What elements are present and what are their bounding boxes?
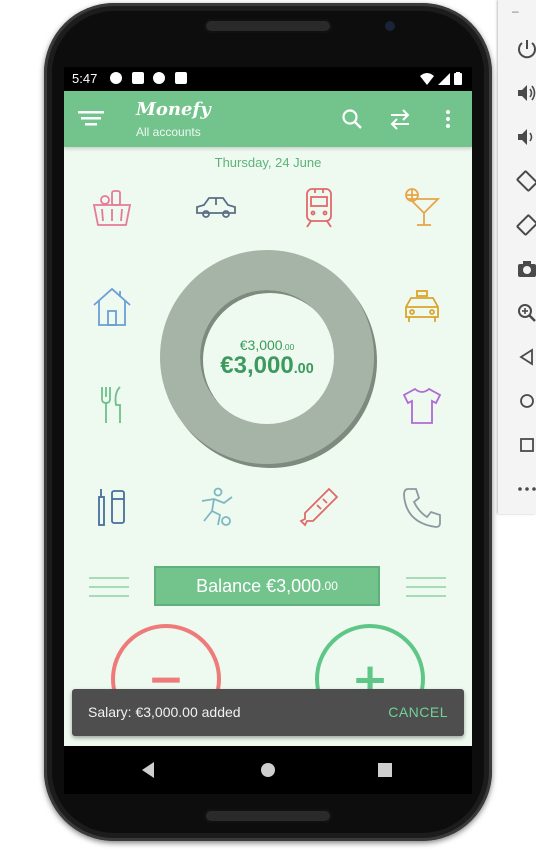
current-date[interactable]: Thursday, 24 June (64, 155, 472, 170)
tshirt-icon[interactable] (400, 383, 444, 427)
train-icon[interactable] (297, 185, 341, 229)
back-triangle-icon[interactable] (516, 346, 536, 368)
taxi-icon[interactable] (400, 285, 444, 329)
filter-menu-icon[interactable] (78, 107, 104, 129)
donut-center: €3,000.00 €3,000.00 (200, 290, 334, 424)
status-time: 5:47 (72, 71, 98, 86)
front-camera (385, 21, 395, 31)
cancel-button[interactable]: CANCEL (388, 704, 448, 720)
app-title: Monefy (136, 99, 211, 120)
income-total: €3,000.00 (239, 337, 295, 353)
football-player-icon[interactable] (194, 485, 238, 529)
clipboard-icon (153, 72, 165, 84)
fork-knife-icon[interactable] (90, 383, 134, 427)
snackbar-message: Salary: €3,000.00 added (88, 704, 241, 720)
balance-button[interactable]: Balance €3,000.00 (154, 566, 380, 606)
thermometer-icon[interactable] (297, 485, 341, 529)
cocktail-icon[interactable] (400, 185, 444, 229)
phone-icon[interactable] (400, 485, 444, 529)
bottom-speaker (204, 809, 332, 823)
car-icon[interactable] (194, 185, 238, 229)
signal-icon (438, 72, 450, 85)
more-options-icon[interactable] (434, 105, 462, 133)
camera-icon[interactable] (516, 258, 536, 280)
shopping-basket-icon[interactable] (90, 185, 134, 229)
system-nav-bar (64, 746, 472, 794)
home-circle-icon[interactable] (516, 390, 536, 412)
back-icon[interactable] (136, 758, 160, 782)
battery-icon (454, 72, 462, 85)
app-screen: 5:47 Monefy All accounts Thursday, 24 Ju… (64, 67, 472, 794)
home-icon[interactable] (256, 758, 280, 782)
overview-square-icon[interactable] (516, 434, 536, 456)
top-speaker (204, 19, 332, 33)
status-bar: 5:47 (64, 67, 472, 91)
sd-card-icon (175, 72, 187, 84)
wifi-icon (420, 72, 434, 85)
emulator-toolbar: – (498, 0, 536, 514)
expense-list-lines-icon[interactable] (89, 576, 129, 598)
account-selector[interactable]: All accounts (136, 125, 201, 139)
app-notification-icon (132, 72, 144, 84)
power-icon[interactable] (516, 38, 536, 60)
transfer-icon[interactable] (386, 105, 414, 133)
rotate-right-icon[interactable] (516, 214, 536, 236)
zoom-icon[interactable] (516, 302, 536, 324)
income-list-lines-icon[interactable] (406, 576, 446, 598)
more-icon[interactable] (516, 478, 536, 500)
snackbar: Salary: €3,000.00 added CANCEL (72, 689, 464, 736)
search-icon[interactable] (338, 105, 366, 133)
house-icon[interactable] (90, 285, 134, 329)
toothbrush-icon[interactable] (90, 485, 134, 529)
volume-down-icon[interactable] (516, 126, 536, 148)
play-icon (110, 72, 122, 84)
balance-donut-chart[interactable]: €3,000.00 €3,000.00 (160, 250, 374, 464)
volume-up-icon[interactable] (516, 82, 536, 104)
app-bar: Monefy All accounts (64, 91, 472, 147)
minimize-icon[interactable]: – (512, 4, 519, 18)
balance-total: €3,000.00 (220, 352, 314, 379)
recents-icon[interactable] (373, 758, 397, 782)
rotate-left-icon[interactable] (516, 170, 536, 192)
